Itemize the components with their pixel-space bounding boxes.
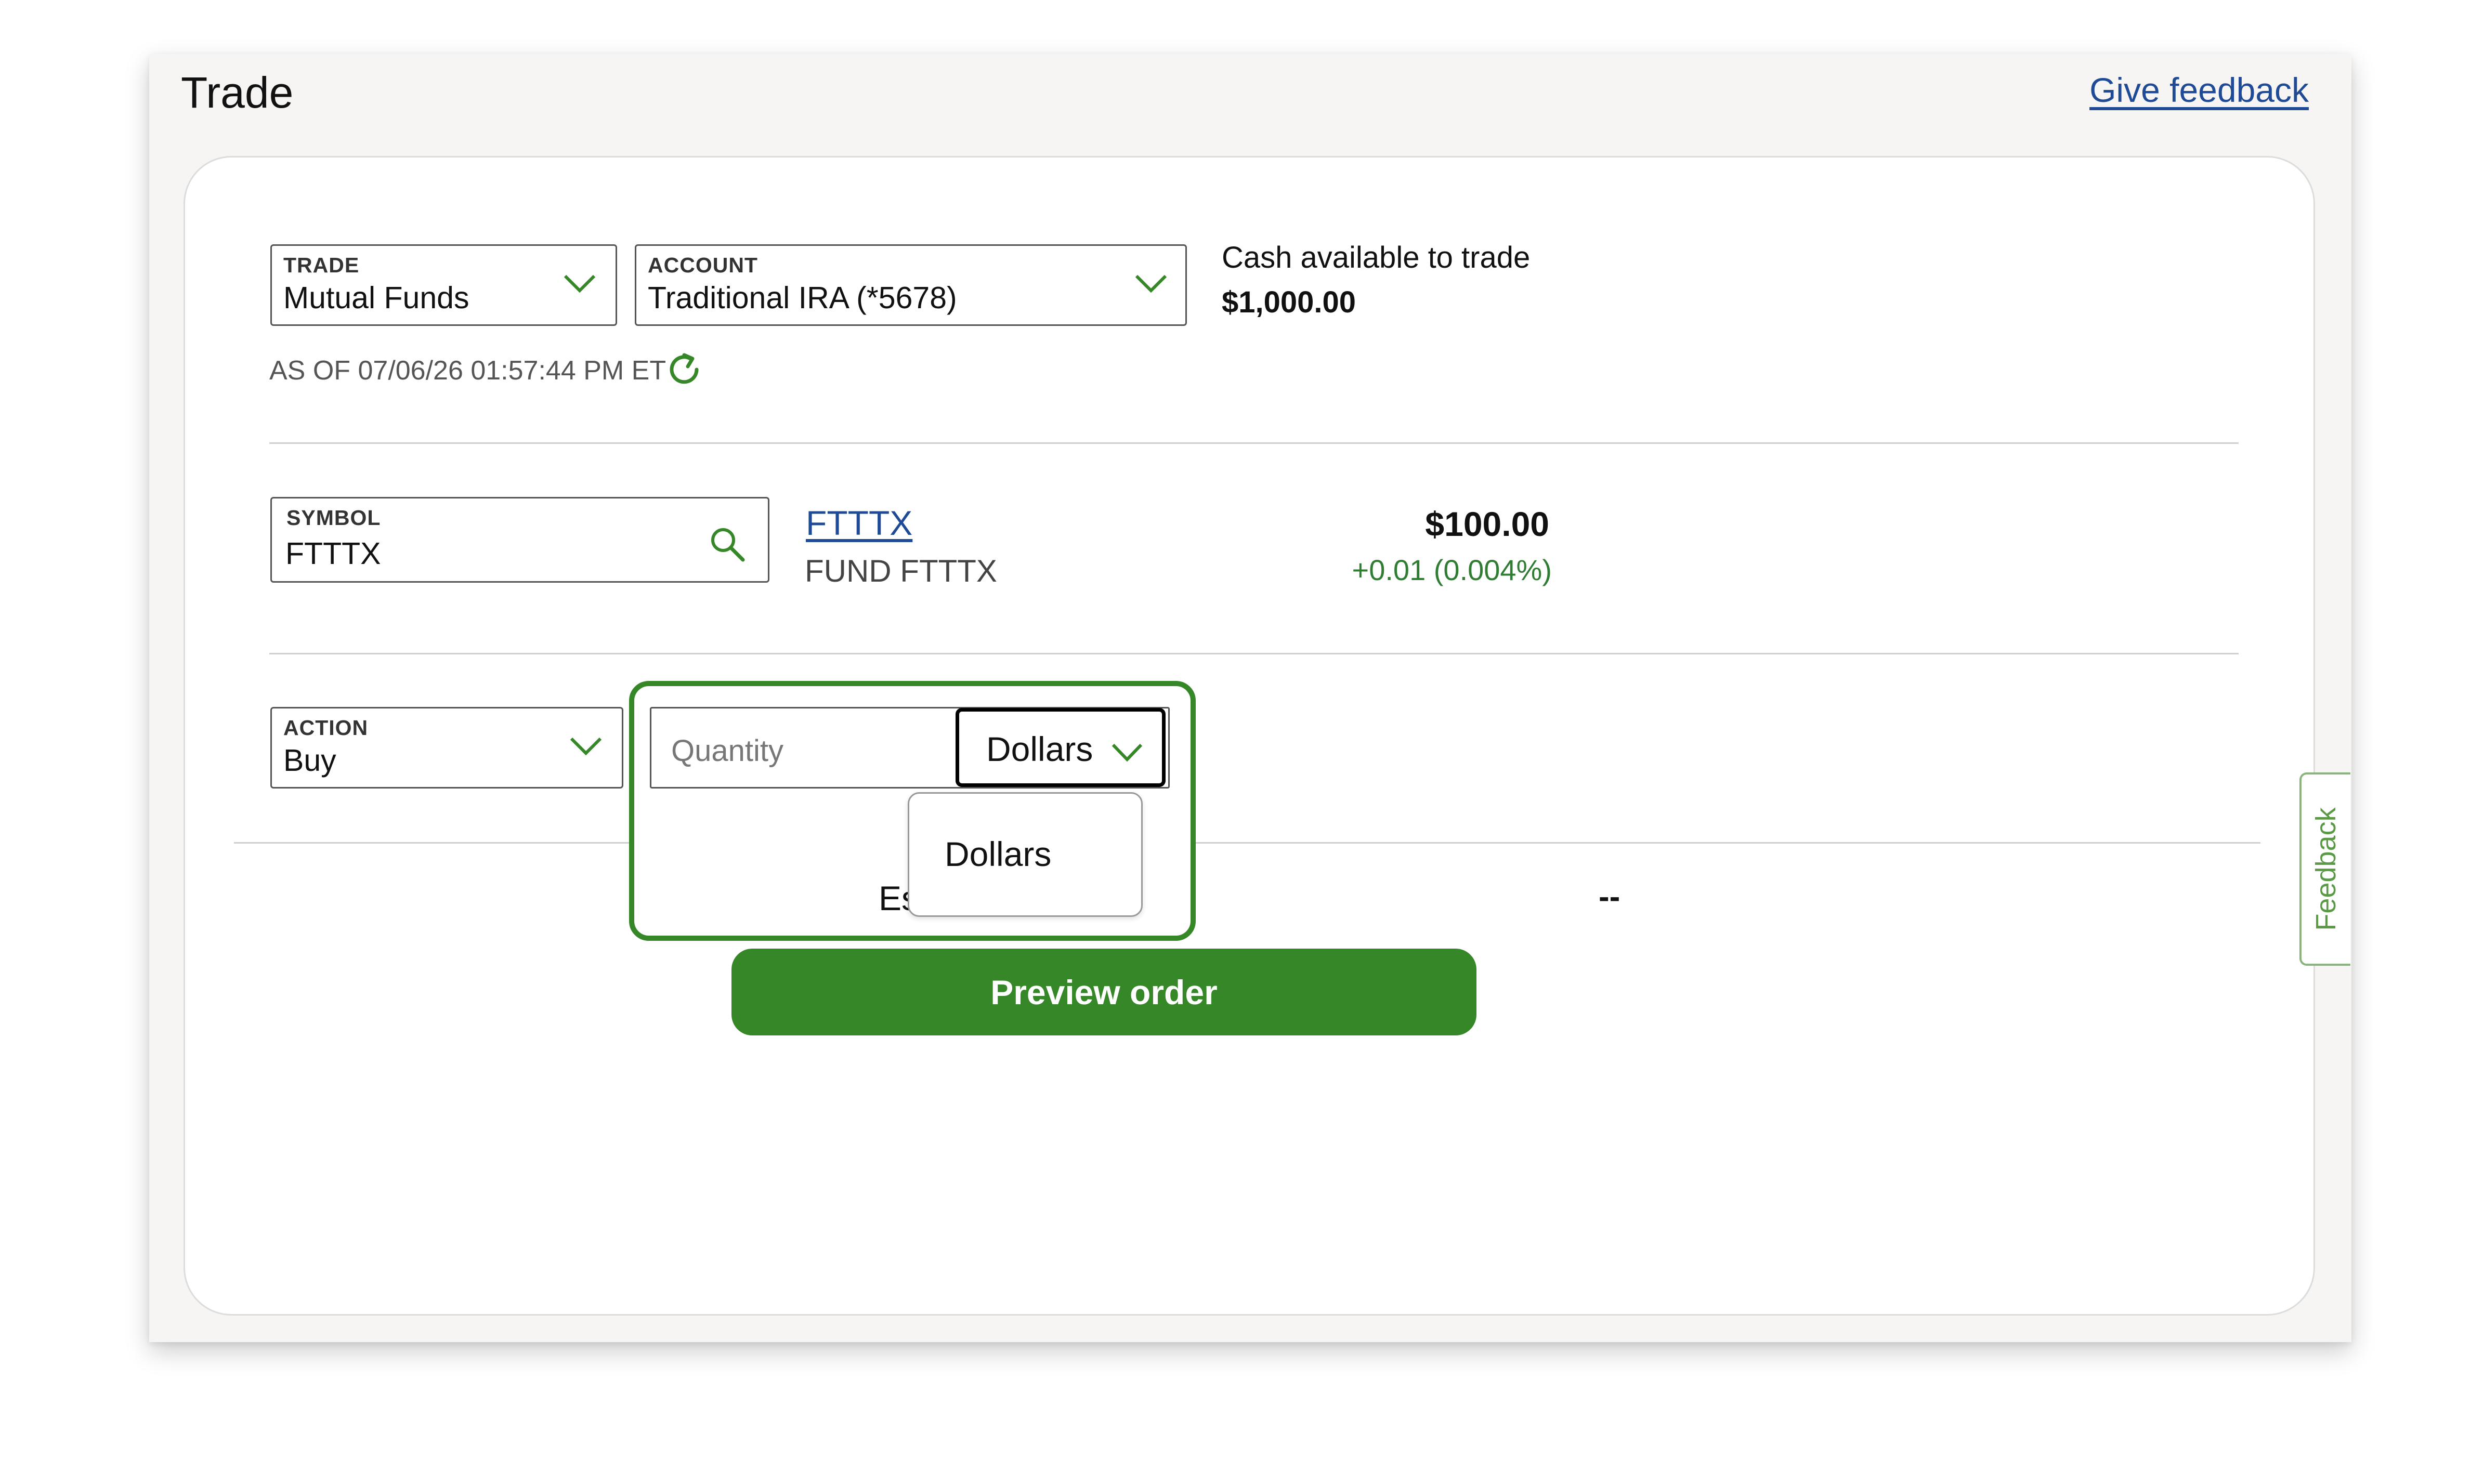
action-select[interactable]: ACTION Buy	[270, 707, 623, 789]
quote-price: $100.00	[1425, 505, 1549, 543]
chevron-down-icon	[1111, 742, 1143, 763]
account-label: ACCOUNT	[648, 253, 758, 277]
page-title: Trade	[181, 68, 294, 117]
units-dropdown-button[interactable]: Dollars	[956, 708, 1166, 787]
cash-available-value: $1,000.00	[1222, 285, 1356, 319]
action-label: ACTION	[283, 716, 369, 740]
chevron-down-icon	[569, 736, 603, 756]
chevron-down-icon	[1134, 273, 1168, 294]
as-of-timestamp: AS OF 07/06/26 01:57:44 PM ET	[269, 356, 666, 386]
quote-ticker-link[interactable]: FTTTX	[806, 503, 912, 543]
give-feedback-link[interactable]: Give feedback	[2089, 70, 2309, 110]
units-selected-label: Dollars	[986, 730, 1093, 768]
trade-type-label: TRADE	[283, 253, 360, 277]
quantity-placeholder: Quantity	[671, 734, 783, 768]
trade-type-select[interactable]: TRADE Mutual Funds	[270, 244, 617, 326]
account-value: Traditional IRA (*5678)	[648, 281, 957, 315]
feedback-side-tab[interactable]: Feedback	[2299, 772, 2350, 966]
symbol-search-field[interactable]: SYMBOL FTTTX	[270, 497, 769, 583]
symbol-label: SYMBOL	[286, 506, 381, 530]
account-select[interactable]: ACCOUNT Traditional IRA (*5678)	[635, 244, 1187, 326]
estimate-value: --	[1599, 879, 1620, 915]
feedback-side-tab-label: Feedback	[2310, 807, 2342, 931]
units-option-dollars[interactable]: Dollars	[945, 834, 1051, 874]
units-dropdown-menu: Dollars	[908, 792, 1143, 917]
section-divider	[269, 442, 2239, 444]
chevron-down-icon	[563, 273, 596, 294]
section-divider	[269, 653, 2239, 654]
action-value: Buy	[283, 743, 336, 778]
section-divider	[234, 842, 2260, 844]
cash-available-label: Cash available to trade	[1222, 241, 1531, 274]
quote-fund-name: FUND FTTTX	[805, 554, 997, 588]
preview-order-button[interactable]: Preview order	[731, 949, 1476, 1035]
quote-change: +0.01 (0.004%)	[1352, 554, 1552, 586]
refresh-icon[interactable]	[664, 350, 704, 392]
search-icon[interactable]	[708, 524, 747, 567]
symbol-value: FTTTX	[285, 536, 381, 571]
trade-type-value: Mutual Funds	[283, 281, 469, 315]
